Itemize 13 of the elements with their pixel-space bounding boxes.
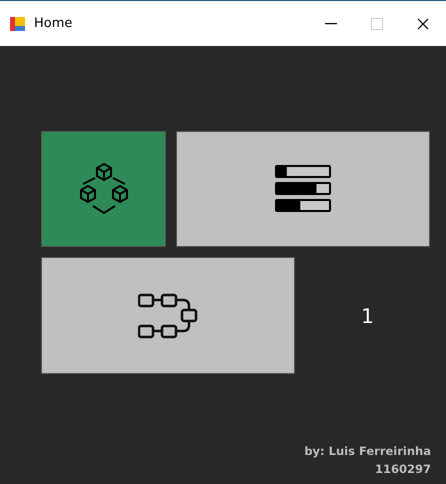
author-label: by: Luis Ferreirinha (304, 443, 431, 460)
student-id-label: 1160297 (374, 461, 431, 478)
progress-bars-icon (275, 165, 331, 213)
tile-button[interactable] (41, 131, 166, 247)
maximize-icon (371, 18, 383, 30)
tile-button[interactable] (41, 257, 295, 374)
app-icon (10, 16, 26, 32)
flowchart-icon (138, 292, 198, 338)
minimize-icon (325, 22, 337, 24)
window-title: Home (34, 16, 74, 31)
counter-label: 1 (361, 304, 374, 328)
tile-button[interactable] (176, 131, 430, 247)
close-icon (417, 18, 429, 30)
